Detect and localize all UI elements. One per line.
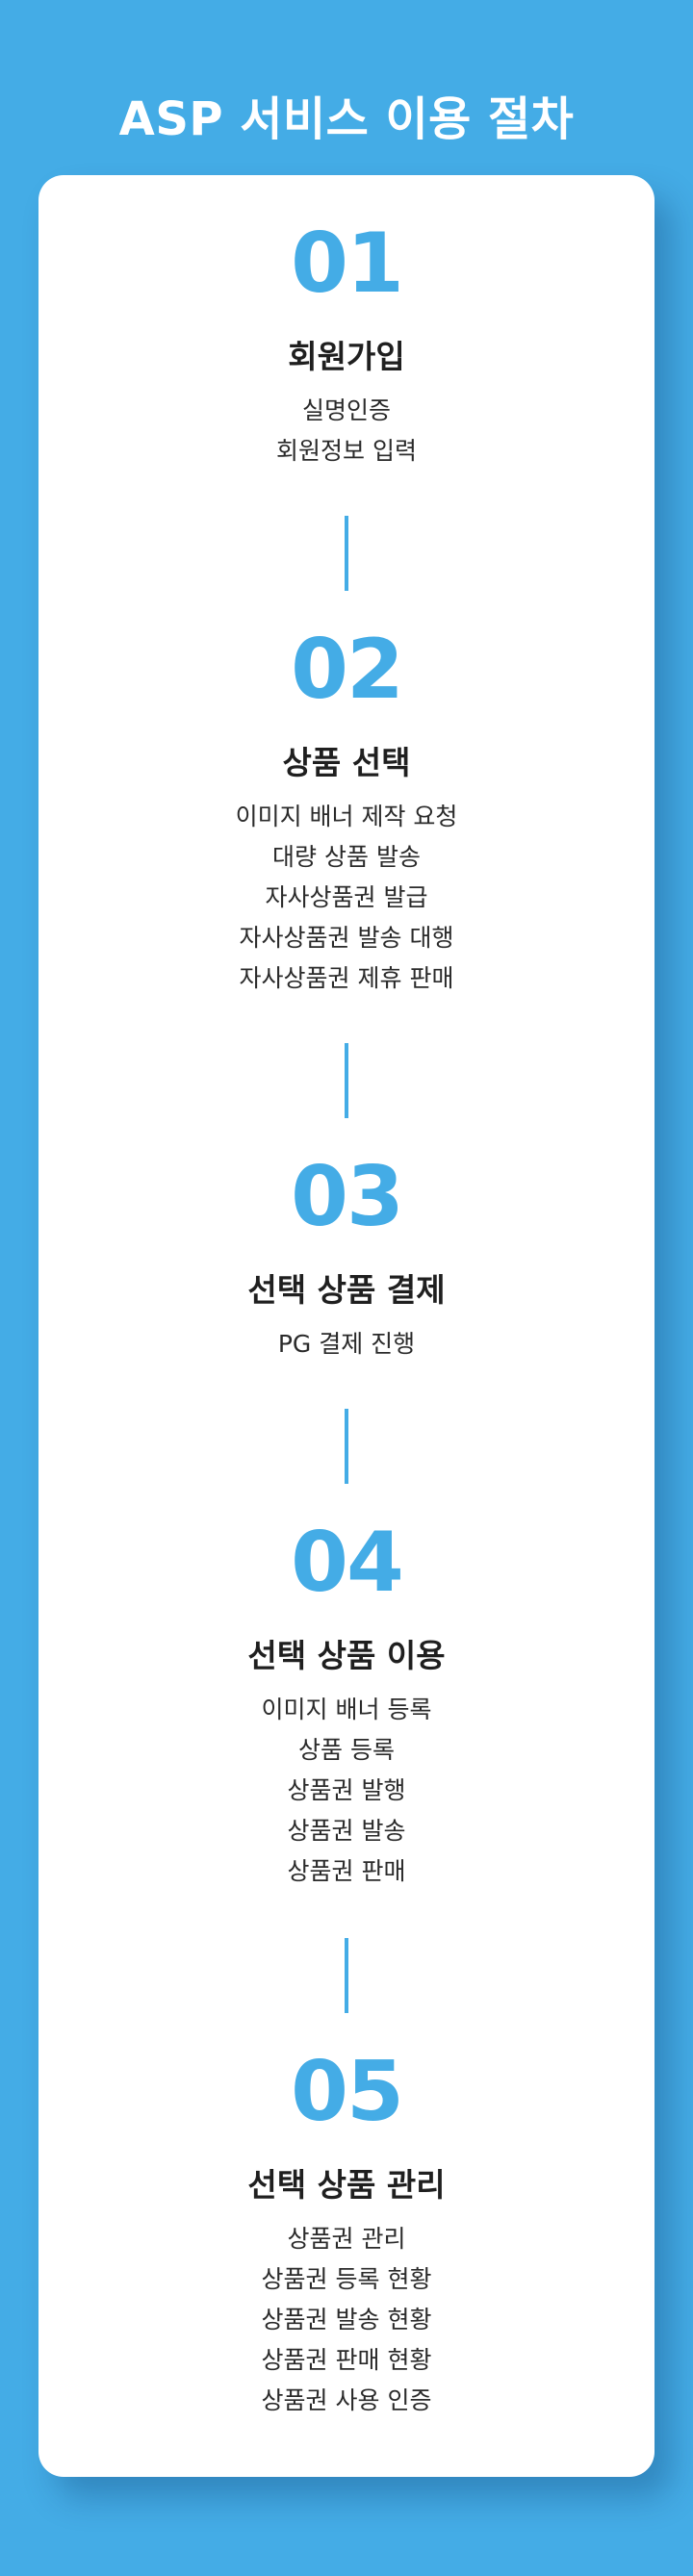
step-05: 05 선택 상품 관리 상품권 관리 상품권 등록 현황 상품권 발송 현황 상… [38,2044,654,2436]
list-item: 상품권 판매 현황 [261,2346,432,2374]
list-item: 상품권 발송 [287,1817,406,1845]
step-connector [345,1409,348,1484]
list-item: 상품 등록 [298,1736,395,1764]
list-item: 자사상품권 제휴 판매 [239,964,454,992]
step-connector [345,1938,348,2013]
list-item: 대량 상품 발송 [272,843,421,871]
list-item: 상품권 판매 [287,1857,406,1885]
step-02: 02 상품 선택 이미지 배너 제작 요청 대량 상품 발송 자사상품권 발급 … [38,622,654,1014]
step-items: 실명인증 회원정보 입력 [38,391,654,472]
list-item: 이미지 배너 등록 [261,1696,432,1723]
step-heading: 선택 상품 결제 [247,1271,446,1309]
list-item: 상품권 등록 현황 [261,2265,432,2293]
step-connector [345,1043,348,1118]
step-number: 01 [291,216,404,312]
step-number: 02 [291,622,404,718]
step-04: 04 선택 상품 이용 이미지 배너 등록 상품 등록 상품권 발행 상품권 발… [38,1515,654,1907]
step-03: 03 선택 상품 결제 PG 결제 진행 [38,1149,654,1380]
list-item: 자사상품권 발송 대행 [239,924,454,952]
procedure-card: 01 회원가입 실명인증 회원정보 입력 02 상품 선택 이미지 배너 제작 … [38,175,654,2477]
step-items: PG 결제 진행 [38,1324,654,1365]
step-items: 이미지 배너 제작 요청 대량 상품 발송 자사상품권 발급 자사상품권 발송 … [38,797,654,999]
list-item: 실명인증 [301,396,391,424]
step-heading: 회원가입 [288,338,405,375]
list-item: 회원정보 입력 [276,437,417,465]
step-heading: 상품 선택 [282,744,411,781]
step-heading: 선택 상품 이용 [247,1637,446,1674]
list-item: 상품권 발행 [287,1776,406,1804]
step-items: 이미지 배너 등록 상품 등록 상품권 발행 상품권 발송 상품권 판매 [38,1690,654,1892]
step-number: 03 [291,1149,404,1245]
list-item: PG 결제 진행 [277,1330,416,1358]
step-number: 05 [291,2044,404,2140]
step-number: 04 [291,1515,404,1611]
list-item: 상품권 사용 인증 [261,2386,432,2414]
list-item: 상품권 발송 현황 [261,2306,432,2334]
page-title: ASP 서비스 이용 절차 [118,92,575,146]
step-connector [345,516,348,591]
list-item: 상품권 관리 [287,2225,406,2253]
list-item: 이미지 배너 제작 요청 [235,803,458,830]
step-heading: 선택 상품 관리 [247,2166,446,2204]
list-item: 자사상품권 발급 [265,883,428,911]
step-items: 상품권 관리 상품권 등록 현황 상품권 발송 현황 상품권 판매 현황 상품권… [38,2219,654,2421]
step-01: 01 회원가입 실명인증 회원정보 입력 [38,216,654,487]
